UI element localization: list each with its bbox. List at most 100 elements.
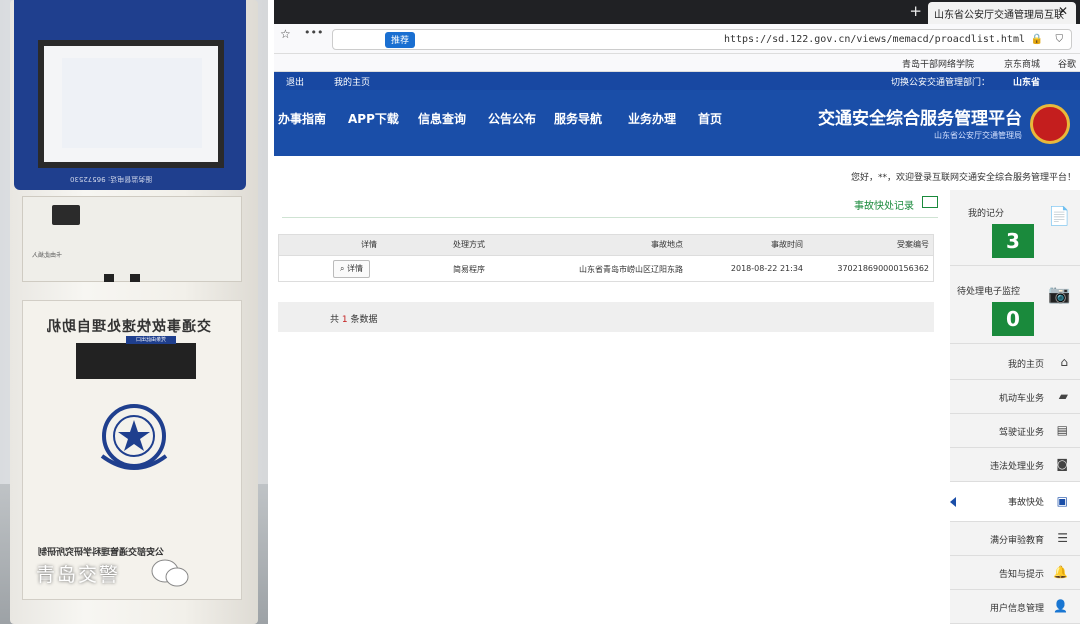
column-header: 受案编号 xyxy=(897,240,929,249)
bookmark-item[interactable]: 青岛干部网络学院 xyxy=(902,57,974,70)
sidebar-item-violation[interactable]: 违法处理业务 ◙ xyxy=(950,448,1080,482)
handling-method: 简易程序 xyxy=(453,265,485,274)
kiosk-hotline: 服务监督电话: 96572530 xyxy=(70,175,153,183)
table-row: 370218690000156362 2018-08-22 21:34 山东省青… xyxy=(279,255,933,281)
score-card[interactable]: 我的记分 3 📄 xyxy=(950,190,1080,266)
nav-bar: ☆ ••• 推荐 https://sd.122.gov.cn/views/mem… xyxy=(274,24,1080,54)
sidebar-item-education[interactable]: 满分审验教育 ☰ xyxy=(950,522,1080,556)
sidebar-item-label: 机动车业务 xyxy=(998,394,1044,404)
kiosk-button xyxy=(104,274,114,282)
recommend-button[interactable]: 推荐 xyxy=(385,32,416,48)
total-count: 共 1 条数据 xyxy=(330,312,378,325)
pending-monitor-card[interactable]: 待处理电子监控 0 📷 xyxy=(950,268,1080,344)
my-home-link[interactable]: 我的主页 xyxy=(334,75,370,88)
sidebar-item-label: 满分审验教育 xyxy=(989,536,1044,546)
bookmark-item[interactable]: 谷歌 xyxy=(1058,57,1076,70)
kiosk-photo: 服务监督电话: 96572530 卡由此插入 交通事故快速处理自助机 凭条由此出… xyxy=(0,0,268,624)
police-logo-icon xyxy=(1030,104,1070,144)
sidebar-item-label: 用户信息管理 xyxy=(989,604,1044,614)
table-header: 受案编号 事故时间 事故地点 处理方式 详情 xyxy=(279,235,933,255)
police-emblem-icon xyxy=(100,404,168,470)
pending-value: 0 xyxy=(992,302,1034,336)
kiosk-screen xyxy=(38,40,224,168)
site-title: 交通安全综合服务管理平台 xyxy=(818,109,1022,129)
kiosk-notice: 卡由此插入 xyxy=(32,252,63,259)
score-label: 我的记分 xyxy=(967,209,1004,219)
total-suffix: 条数据 xyxy=(350,315,378,325)
camera-icon: ◙ xyxy=(1056,457,1068,471)
nav-item[interactable]: 业务办理 xyxy=(628,110,676,127)
wechat-icon xyxy=(151,559,189,587)
browser-window: + 山东省公安厅交通管理局互联 ✕ ☆ ••• 推荐 https://sd.12… xyxy=(274,0,1080,624)
camera-monitor-icon: 📷 xyxy=(1048,284,1071,305)
case-number: 370218690000156362 xyxy=(837,264,929,273)
address-bar[interactable]: 推荐 https://sd.122.gov.cn/views/memacd/pr… xyxy=(332,29,1072,50)
tab-title: 山东省公安厅交通管理局互联 xyxy=(934,10,1064,21)
accident-table: 受案编号 事故时间 事故地点 处理方式 详情 37021869000015636… xyxy=(278,234,934,282)
section-title: 事故快处记录 xyxy=(854,201,914,212)
section-divider xyxy=(282,217,938,218)
total-number: 1 xyxy=(341,315,348,325)
card-slot xyxy=(52,205,80,225)
home-icon: ⌂ xyxy=(1060,355,1068,369)
nav-item[interactable]: APP下载 xyxy=(348,110,399,127)
accident-icon: ▣ xyxy=(1056,494,1068,508)
card-icon: ▤ xyxy=(1056,423,1068,437)
detail-button[interactable]: ⌕ 详情 xyxy=(333,260,371,278)
detail-label: 详情 xyxy=(347,264,364,273)
sidebar-item-label: 事故快处 xyxy=(1007,498,1044,508)
close-icon[interactable]: ✕ xyxy=(1058,4,1068,18)
sidebar-item-label: 驾驶证业务 xyxy=(998,428,1044,438)
nav-item[interactable]: 首页 xyxy=(698,110,722,127)
nav-item[interactable]: 信息查询 xyxy=(418,110,466,127)
kiosk-machine-title: 交通事故快速处理自助机 xyxy=(46,319,211,335)
pagination-bar: 共 1 条数据 xyxy=(278,302,934,332)
column-header: 处理方式 xyxy=(453,240,485,249)
nav-item[interactable]: 办事指南 xyxy=(278,110,326,127)
site-subtitle: 山东省公安厅交通管理局 xyxy=(934,131,1022,140)
sidebar-item-label: 告知与提示 xyxy=(998,570,1044,580)
sidebar-item-home[interactable]: 我的主页 ⌂ xyxy=(950,346,1080,380)
bell-icon: 🔔 xyxy=(1053,565,1068,579)
location-select[interactable]: 山东省 xyxy=(1013,75,1040,88)
accident-time: 2018-08-22 21:34 xyxy=(730,264,803,273)
truck-icon: ▰ xyxy=(1058,389,1068,403)
browser-tab[interactable]: 山东省公安厅交通管理局互联 xyxy=(928,2,1076,24)
tab-bar: + 山东省公安厅交通管理局互联 ✕ xyxy=(274,0,1080,24)
sidebar-item-accident[interactable]: 事故快处 ▣ xyxy=(950,482,1080,522)
receipt-printer xyxy=(76,343,196,379)
sidebar-item-label: 我的主页 xyxy=(1007,360,1044,370)
document-icon: 📄 xyxy=(1048,206,1071,227)
url-text: https://sd.122.gov.cn/views/memacd/proac… xyxy=(723,34,1025,45)
greeting-text: 您好，**，欢迎登录互联网交通安全综合服务管理平台！ xyxy=(850,173,1076,183)
bookmark-item[interactable]: 京东商城 xyxy=(1004,57,1040,70)
kiosk-button xyxy=(130,274,140,282)
search-icon: ⌕ xyxy=(340,264,345,273)
nav-item[interactable]: 服务导航 xyxy=(554,110,602,127)
sidebar-item-license[interactable]: 驾驶证业务 ▤ xyxy=(950,414,1080,448)
sidebar-item-vehicle[interactable]: 机动车业务 ▰ xyxy=(950,380,1080,414)
list-icon: ☰ xyxy=(1057,531,1068,545)
more-icon[interactable]: ••• xyxy=(304,26,323,39)
pending-label: 待处理电子监控 xyxy=(956,287,1020,297)
sidebar-item-label: 违法处理业务 xyxy=(989,462,1044,472)
star-icon[interactable]: ☆ xyxy=(280,27,291,41)
location-prefix: 切换公安交通管理部门： xyxy=(890,78,990,88)
total-prefix: 共 xyxy=(330,315,340,325)
sidebar-item-notice[interactable]: 告知与提示 🔔 xyxy=(950,556,1080,590)
sidebar-item-user[interactable]: 用户信息管理 👤 xyxy=(950,590,1080,624)
printer-label: 凭条由此出口 xyxy=(126,336,176,344)
column-header: 事故时间 xyxy=(771,240,803,249)
column-header: 事故地点 xyxy=(651,240,683,249)
bookmarks-bar: 谷歌 京东商城 青岛干部网络学院 xyxy=(274,54,1080,72)
lock-icon: 🔒 xyxy=(1030,34,1043,45)
logout-link[interactable]: 退出 xyxy=(286,75,304,88)
site-header: 交通安全综合服务管理平台 山东省公安厅交通管理局 办事指南 APP下载 信息查询… xyxy=(274,90,1080,156)
nav-item[interactable]: 公告公布 xyxy=(488,110,536,127)
score-value: 3 xyxy=(992,224,1034,258)
new-tab-button[interactable]: + xyxy=(909,2,922,20)
list-icon xyxy=(922,196,938,208)
user-icon: 👤 xyxy=(1053,599,1068,613)
kiosk-maker: 公安部交通管理科学研究所研制 xyxy=(38,548,165,558)
column-header: 详情 xyxy=(361,240,377,249)
